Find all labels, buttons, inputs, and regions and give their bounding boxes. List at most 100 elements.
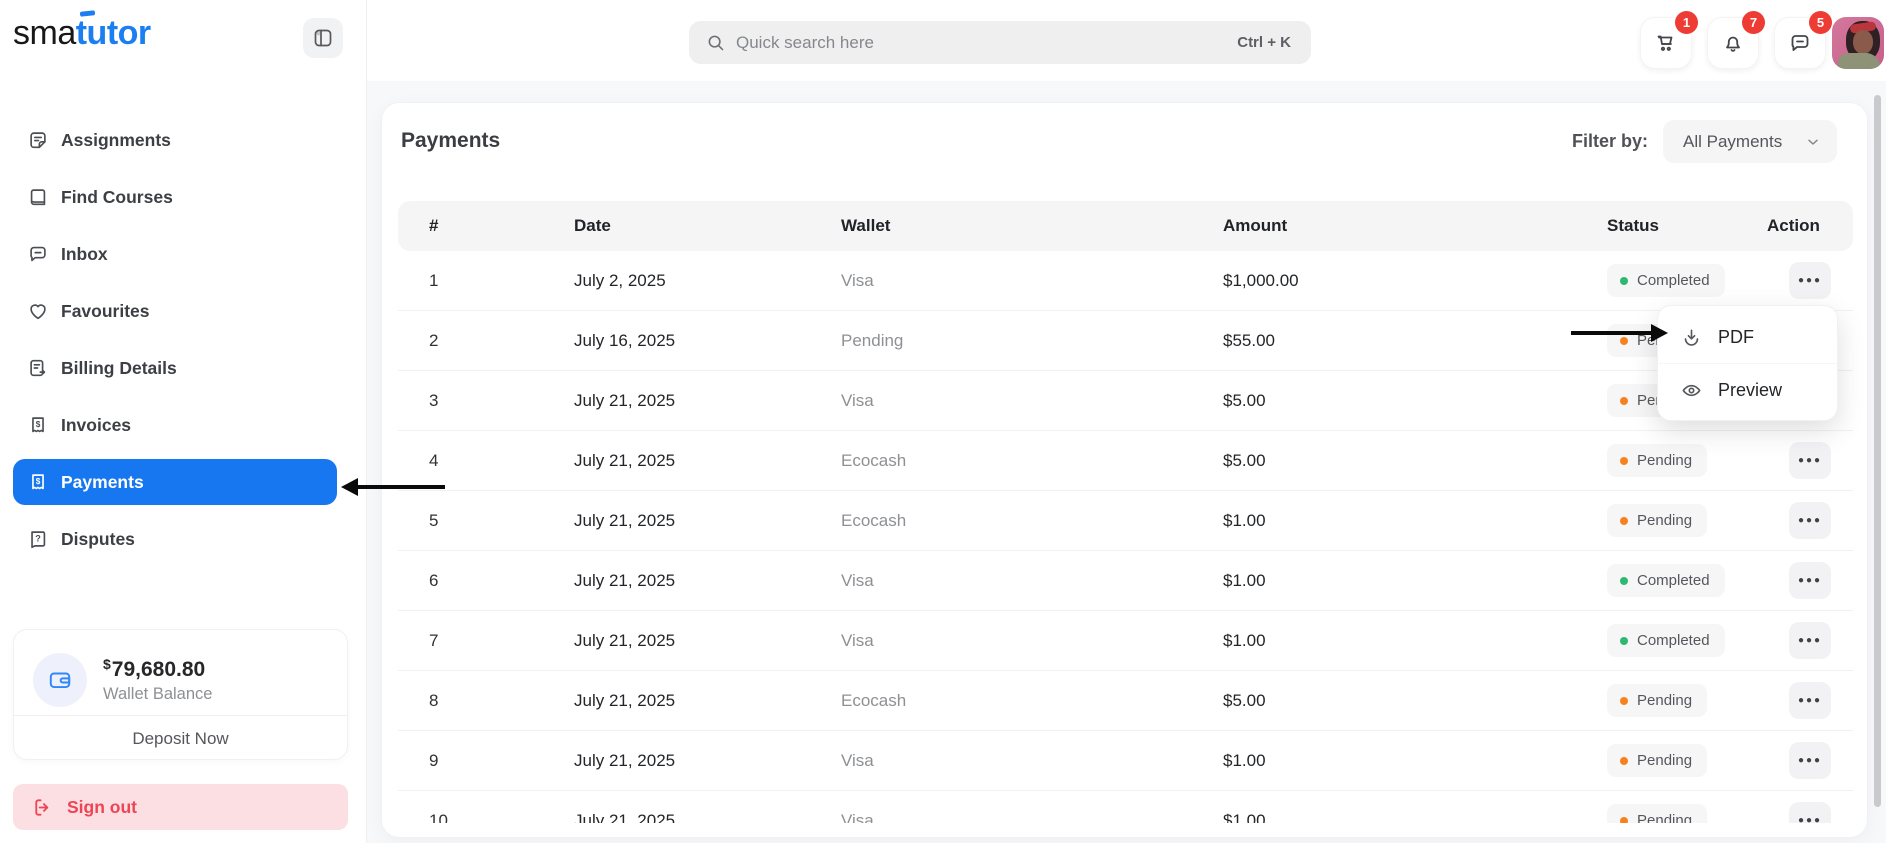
wallet-icon [33, 652, 87, 707]
cell-amount: $1.00 [1223, 810, 1266, 824]
menu-item-preview[interactable]: Preview [1658, 364, 1837, 417]
cell-number: 7 [429, 630, 439, 650]
cell-amount: $1.00 [1223, 510, 1266, 530]
sign-out-label: Sign out [67, 796, 137, 817]
assignments-icon [27, 129, 49, 151]
status-badge: Completed [1607, 624, 1725, 657]
table-row: 1 July 2, 2025 Visa $1,000.00 Completed ●●● [398, 251, 1853, 311]
menu-item-label: Preview [1718, 380, 1783, 400]
download-icon [1680, 326, 1703, 349]
sidebar-item-favourites[interactable]: Favourites [13, 288, 337, 334]
cell-amount: $5.00 [1223, 450, 1266, 470]
sidebar-item-disputes[interactable]: ? Disputes [13, 516, 337, 562]
status-badge: Completed [1607, 564, 1725, 597]
sidebar-item-assignments[interactable]: Assignments [13, 117, 337, 163]
cell-action: ●●● [1767, 502, 1853, 539]
sidebar-item-find-courses[interactable]: Find Courses [13, 174, 337, 220]
cell-date: July 21, 2025 [574, 690, 676, 710]
svg-text:$: $ [36, 477, 41, 486]
row-actions-button[interactable]: ●●● [1789, 442, 1831, 479]
sidebar: sma tutor Assignments Find Courses Inbox… [0, 0, 367, 843]
notifications-button[interactable]: 7 [1707, 11, 1765, 69]
cell-number: 3 [429, 390, 439, 410]
status-dot [1620, 696, 1628, 705]
column-header-status: Status [1607, 216, 1659, 235]
sidebar-collapse-button[interactable] [303, 18, 343, 58]
cell-status: Completed [1607, 624, 1767, 657]
payments-icon: $ [27, 471, 49, 493]
topbar: Ctrl + K 1 7 5 [367, 0, 1886, 81]
search-input[interactable] [736, 32, 1228, 53]
cell-number: 1 [429, 270, 439, 290]
cell-wallet: Visa [841, 750, 874, 770]
status-dot [1620, 456, 1628, 465]
cell-wallet: Ecocash [841, 690, 907, 710]
column-header-date: Date [574, 216, 611, 235]
cell-date: July 21, 2025 [574, 570, 676, 590]
cell-action: ●●● [1767, 802, 1853, 823]
status-label: Pending [1637, 512, 1693, 529]
cell-status: Pending [1607, 744, 1767, 777]
cell-status: Pending [1607, 444, 1767, 477]
cart-button[interactable]: 1 [1640, 11, 1698, 69]
menu-item-label: PDF [1718, 326, 1754, 347]
cell-number: 8 [429, 690, 439, 710]
annotation-arrow-payments [341, 478, 445, 496]
status-dot [1620, 756, 1628, 765]
sidebar-panel-icon [311, 26, 335, 50]
messages-badge: 5 [1809, 11, 1832, 34]
filter-selected-value: All Payments [1683, 131, 1783, 151]
wallet-balance-label: Wallet Balance [103, 684, 213, 703]
sidebar-item-label: Assignments [61, 129, 171, 150]
payments-filter-dropdown[interactable]: All Payments [1663, 120, 1837, 163]
row-actions-button[interactable]: ●●● [1789, 562, 1831, 599]
inbox-icon [27, 243, 49, 265]
logo-text-tutor: tutor [76, 10, 151, 52]
menu-item-pdf[interactable]: PDF [1658, 311, 1837, 364]
sidebar-item-payments[interactable]: $ Payments [13, 459, 337, 505]
search-icon [705, 32, 726, 53]
messages-button[interactable]: 5 [1774, 11, 1832, 69]
cell-wallet: Visa [841, 630, 874, 650]
sidebar-item-label: Payments [61, 471, 144, 492]
cell-status: Pending [1607, 684, 1767, 717]
sidebar-item-invoices[interactable]: $ Invoices [13, 402, 337, 448]
sidebar-item-label: Inbox [61, 243, 108, 264]
row-actions-button[interactable]: ●●● [1789, 742, 1831, 779]
chevron-down-icon [1805, 134, 1821, 150]
row-actions-button[interactable]: ●●● [1789, 802, 1831, 823]
user-avatar[interactable] [1832, 17, 1884, 69]
table-row: 10 July 21, 2025 Visa $1.00 Pending ●●● [398, 791, 1853, 823]
sidebar-item-inbox[interactable]: Inbox [13, 231, 337, 277]
cell-number: 6 [429, 570, 439, 590]
sidebar-item-billing-details[interactable]: Billing Details [13, 345, 337, 391]
cell-wallet: Visa [841, 810, 874, 824]
bell-icon [1721, 31, 1745, 55]
status-dot [1620, 576, 1628, 585]
avatar-shoulders [1838, 53, 1880, 69]
notifications-badge: 7 [1742, 11, 1765, 34]
cell-number: 5 [429, 510, 439, 530]
cell-wallet: Ecocash [841, 510, 907, 530]
sidebar-nav: Assignments Find Courses Inbox Favourite… [13, 117, 337, 573]
billing-icon [27, 357, 49, 379]
status-badge: Pending [1607, 744, 1708, 777]
cell-date: July 21, 2025 [574, 390, 676, 410]
status-badge: Pending [1607, 804, 1708, 823]
logout-icon [31, 796, 54, 819]
cell-status: Pending [1607, 504, 1767, 537]
row-actions-button[interactable]: ●●● [1789, 622, 1831, 659]
row-actions-button[interactable]: ●●● [1789, 502, 1831, 539]
deposit-now-button[interactable]: Deposit Now [14, 716, 347, 761]
status-dot [1620, 396, 1628, 405]
scrollbar[interactable] [1874, 95, 1881, 807]
row-actions-button[interactable]: ●●● [1789, 262, 1831, 299]
search-bar[interactable]: Ctrl + K [689, 21, 1311, 64]
page-title: Payments [401, 129, 501, 152]
app-logo: sma tutor [13, 10, 151, 53]
row-actions-button[interactable]: ●●● [1789, 682, 1831, 719]
sign-out-button[interactable]: Sign out [13, 784, 348, 830]
wallet-balance-card: $79,680.80 Wallet Balance Deposit Now [13, 629, 348, 760]
status-label: Completed [1637, 272, 1710, 289]
sidebar-item-label: Favourites [61, 300, 150, 321]
